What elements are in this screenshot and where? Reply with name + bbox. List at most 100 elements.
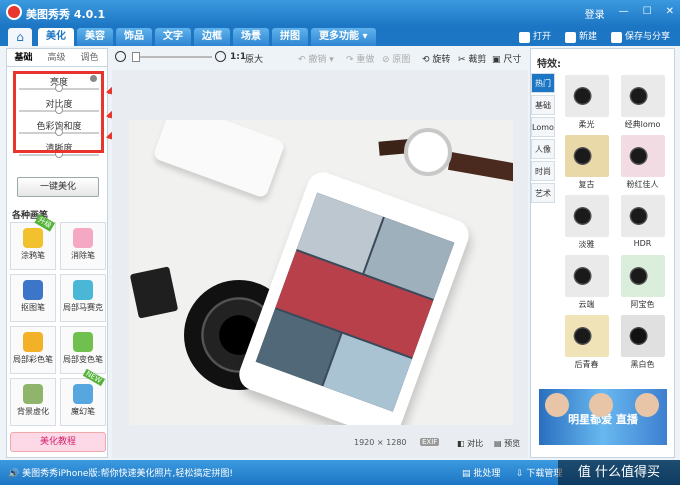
rotate-button[interactable]: ⟲ 旋转 (422, 52, 450, 65)
category-portrait[interactable]: 人像 (531, 139, 555, 159)
blur-background-brush[interactable]: 背景虚化 (10, 378, 56, 426)
magic-wand-icon (73, 384, 93, 404)
effect-pink-lady[interactable]: 粉红佳人 (615, 135, 670, 194)
brush-label: 消除笔 (71, 251, 95, 260)
effect-thumbnail (620, 75, 665, 117)
effect-label: HDR (633, 239, 652, 248)
effect-youth[interactable]: 后青春 (559, 315, 614, 374)
image-size: 1920 × 1280 (354, 438, 407, 447)
new-button[interactable]: 新建 (564, 29, 597, 45)
effect-abao[interactable]: 阿宝色 (615, 255, 670, 314)
category-fashion[interactable]: 时尚 (531, 161, 555, 181)
brush-label: 涂鸦笔 (21, 251, 45, 260)
tab-more[interactable]: 更多功能 ▾ (311, 28, 376, 46)
effect-label: 经典lomo (624, 120, 661, 129)
effect-soft-light[interactable]: 柔光 (559, 75, 614, 134)
app-logo-icon (6, 4, 22, 20)
subtab-color[interactable]: 调色 (73, 49, 106, 66)
save-share-button[interactable]: 保存与分享 (610, 29, 670, 45)
tab-text[interactable]: 文字 (155, 28, 191, 46)
tab-beauty[interactable]: 美容 (77, 28, 113, 46)
main-nav: ⌂ 美化 美容 饰品 文字 边框 场景 拼图 更多功能 ▾ 打开 新建 保存与分… (0, 26, 680, 46)
redo-button[interactable]: ↷ 重做 (346, 52, 374, 65)
new-label: 新建 (578, 32, 597, 42)
effect-classic-lomo[interactable]: 经典lomo (615, 75, 670, 134)
recolor-brush[interactable]: 局部变色笔 (60, 326, 106, 374)
image-toolbar: 1:1 原大 ↶ 撤销 ▾ ↷ 重做 ⊘ 原图 ⟲ 旋转 ✂ 裁剪 ▣ 尺寸 (112, 48, 528, 68)
effect-retro[interactable]: 复古 (559, 135, 614, 194)
zoom-thumb[interactable] (132, 52, 140, 62)
zoom-in-icon[interactable] (215, 51, 226, 62)
tutorial-button[interactable]: 美化教程 (10, 432, 106, 452)
batch-label: 批处理 (473, 469, 501, 479)
eraser-icon (73, 228, 93, 248)
plus-icon (564, 31, 576, 43)
tab-beautify[interactable]: 美化 (38, 28, 74, 46)
category-hot[interactable]: 热门 (531, 73, 555, 93)
title-bar: 美图秀秀 4.0.1 登录 — ☐ ✕ (0, 0, 680, 26)
preview-label: 预览 (504, 439, 521, 448)
resize-label: 尺寸 (503, 55, 522, 65)
preview-button[interactable]: ▤ 预览 (494, 438, 520, 449)
reset-image-button[interactable]: ⊘ 原图 (382, 52, 410, 65)
effect-thumbnail (564, 315, 609, 357)
pen-icon (23, 280, 43, 300)
subtab-advanced[interactable]: 高级 (40, 49, 73, 66)
close-button[interactable]: ✕ (666, 6, 674, 21)
save-icon (610, 31, 622, 43)
image-canvas[interactable] (112, 70, 528, 458)
effects-panel: 特效: 热门 基础 Lomo 人像 时尚 艺术 柔光 经典lomo 复古 粉红佳… (530, 48, 675, 458)
rotate-label: 旋转 (432, 55, 451, 65)
zoom-out-icon[interactable] (115, 51, 126, 62)
resize-button[interactable]: ▣ 尺寸 (492, 52, 521, 65)
tab-scene[interactable]: 场景 (233, 28, 269, 46)
maximize-button[interactable]: ☐ (643, 6, 652, 21)
compare-button[interactable]: ◧ 对比 (457, 438, 483, 449)
effect-label: 淡雅 (578, 240, 595, 249)
undo-button[interactable]: ↶ 撤销 ▾ (298, 52, 334, 65)
exif-button[interactable]: EXIF (420, 438, 440, 446)
crop-label: 裁剪 (468, 55, 487, 65)
category-art[interactable]: 艺术 (531, 183, 555, 203)
effect-cloud[interactable]: 云端 (559, 255, 614, 314)
magic-brush[interactable]: 魔幻笔 NEW (60, 368, 106, 426)
effects-title: 特效: (537, 59, 561, 70)
eraser-brush[interactable]: 消除笔 (60, 222, 106, 270)
watch-band (447, 152, 513, 182)
effect-thumbnail (620, 195, 665, 237)
tab-border[interactable]: 边框 (194, 28, 230, 46)
download-manager-button[interactable]: ⇩ 下载管理 (516, 466, 562, 479)
open-button[interactable]: 打开 (518, 29, 551, 45)
original-size-button[interactable]: 原大 (245, 52, 263, 65)
effect-thumbnail (620, 135, 665, 177)
effect-hdr[interactable]: HDR (615, 195, 670, 254)
login-link[interactable]: 登录 (585, 6, 605, 21)
subtab-basic[interactable]: 基础 (7, 49, 40, 66)
home-icon[interactable]: ⌂ (8, 28, 32, 46)
category-basic[interactable]: 基础 (531, 95, 555, 115)
crop-button[interactable]: ✂ 裁剪 (458, 52, 486, 65)
bucket-icon (73, 332, 93, 352)
tab-accessories[interactable]: 饰品 (116, 28, 152, 46)
watch-face (404, 128, 452, 176)
zoom-actual-button[interactable]: 1:1 (230, 52, 246, 62)
zoom-slider[interactable] (132, 56, 212, 58)
cutout-brush[interactable]: 抠图笔 (10, 274, 56, 322)
canvas-footer: 1920 × 1280 EXIF ◧ 对比 ▤ 预览 (112, 438, 528, 452)
brush-label: 局部变色笔 (63, 355, 103, 364)
one-click-beautify-button[interactable]: 一键美化 (17, 177, 99, 197)
reset-icon[interactable] (90, 75, 97, 82)
batch-button[interactable]: ▤ 批处理 (462, 466, 500, 479)
mosaic-brush[interactable]: 局部马赛克 (60, 274, 106, 322)
tab-collage[interactable]: 拼图 (272, 28, 308, 46)
category-lomo[interactable]: Lomo (531, 117, 555, 137)
effect-elegant[interactable]: 淡雅 (559, 195, 614, 254)
status-message[interactable]: 🔊 美图秀秀iPhone版:帮你快速美化照片,轻松搞定拼图! (8, 466, 233, 479)
doodle-brush[interactable]: 涂鸦笔 升级 (10, 214, 56, 270)
color-brush[interactable]: 局部彩色笔 (10, 326, 56, 374)
status-bar: 🔊 美图秀秀iPhone版:帮你快速美化照片,轻松搞定拼图! ▤ 批处理 ⇩ 下… (0, 460, 680, 485)
effect-black-white[interactable]: 黑白色 (615, 315, 670, 374)
brush-label: 局部马赛克 (63, 303, 103, 312)
minimize-button[interactable]: — (619, 6, 629, 21)
ad-banner[interactable]: 明星都爱 直播 (539, 389, 667, 445)
